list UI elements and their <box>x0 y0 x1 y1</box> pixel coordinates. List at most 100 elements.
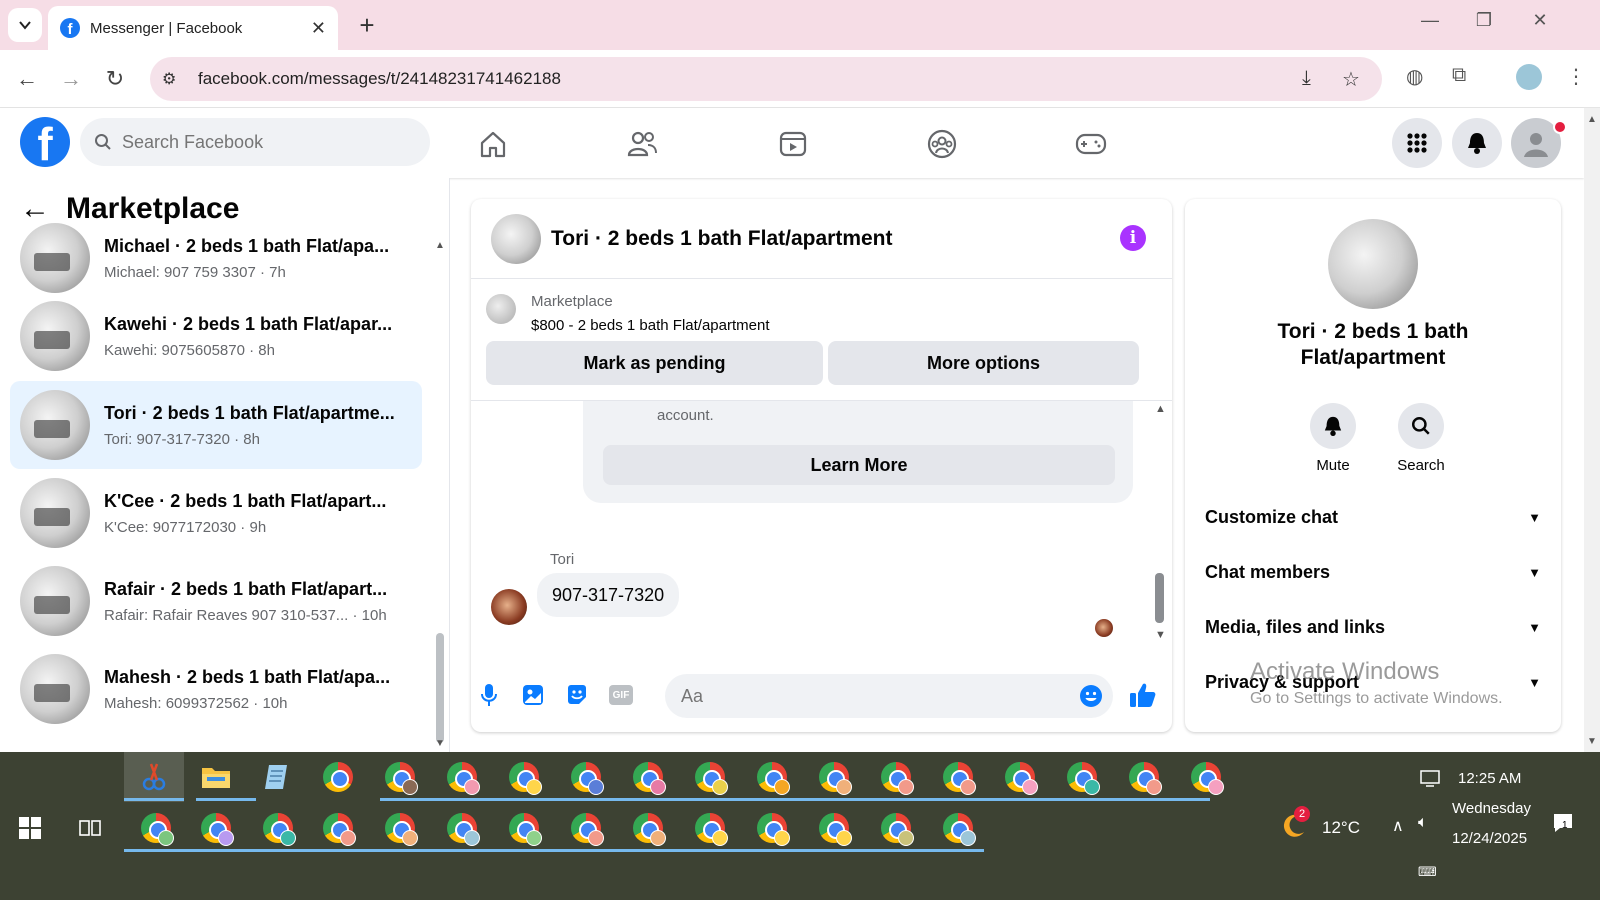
facebook-search-input[interactable] <box>122 131 402 153</box>
notifications-bell-icon[interactable] <box>1452 118 1502 168</box>
chrome-profile-icon[interactable] <box>196 808 236 848</box>
chrome-profile-icon[interactable] <box>1000 757 1040 797</box>
chrome-profile-icon[interactable] <box>442 808 482 848</box>
more-options-button[interactable]: More options <box>828 341 1139 385</box>
chrome-icon[interactable] <box>318 757 358 797</box>
emoji-icon[interactable] <box>1079 684 1103 713</box>
sender-avatar[interactable] <box>491 589 527 625</box>
volume-icon[interactable]: 🔈︎ <box>1418 814 1428 832</box>
chrome-profile-icon[interactable] <box>566 808 606 848</box>
clock-time[interactable]: 12:25 AM <box>1458 770 1521 787</box>
scroll-up-arrow-icon[interactable]: ▲ <box>435 240 445 251</box>
back-arrow-icon[interactable]: ← <box>10 62 44 96</box>
browser-tab[interactable]: f Messenger | Facebook ✕ <box>48 6 338 50</box>
chrome-profile-icon[interactable] <box>938 808 978 848</box>
chrome-profile-icon[interactable] <box>628 757 668 797</box>
customize-chat-row[interactable]: Customize chat ▼ <box>1205 497 1541 537</box>
facebook-logo-icon[interactable]: f <box>20 117 70 167</box>
notification-center-icon[interactable]: 1 <box>1552 812 1574 839</box>
forward-arrow-icon[interactable]: → <box>54 62 88 96</box>
conversation-item[interactable]: Michael · 2 beds 1 bath Flat/apa... Micha… <box>10 214 422 302</box>
bookmark-star-icon[interactable]: ☆ <box>1342 67 1360 92</box>
photo-attach-icon[interactable] <box>519 681 547 709</box>
scroll-down-arrow-icon[interactable]: ▼ <box>435 738 445 749</box>
chrome-profile-icon[interactable] <box>1124 757 1164 797</box>
minimize-icon[interactable]: — <box>1410 10 1450 31</box>
chrome-profile-icon[interactable] <box>1062 757 1102 797</box>
profile-avatar-icon[interactable] <box>1516 64 1542 90</box>
chrome-profile-icon[interactable] <box>380 757 420 797</box>
extensions-puzzle-icon[interactable]: ⧉ <box>1452 64 1466 87</box>
facebook-search-box[interactable] <box>80 118 430 166</box>
snipping-tool-icon[interactable] <box>134 757 174 797</box>
scroll-up-arrow-icon[interactable]: ▲ <box>1155 403 1166 415</box>
tab-close-icon[interactable]: ✕ <box>311 18 326 39</box>
chat-avatar[interactable] <box>491 213 541 264</box>
friends-icon[interactable] <box>620 122 664 166</box>
chrome-profile-icon[interactable] <box>1186 757 1226 797</box>
chrome-profile-icon[interactable] <box>814 808 854 848</box>
task-view-icon[interactable] <box>70 808 110 848</box>
chrome-profile-icon[interactable] <box>690 757 730 797</box>
media-files-links-row[interactable]: Media, files and links ▼ <box>1205 607 1541 647</box>
browser-menu-icon[interactable]: ⋮ <box>1566 64 1586 89</box>
conversation-item[interactable]: Rafair · 2 beds 1 bath Flat/apart... Rafa… <box>10 557 422 645</box>
message-input-box[interactable] <box>665 674 1113 718</box>
install-app-icon[interactable]: ⤓ <box>1302 67 1311 90</box>
reload-icon[interactable]: ↻ <box>98 62 132 96</box>
groups-icon[interactable] <box>920 122 964 166</box>
search-in-conversation-button[interactable]: Search <box>1381 403 1461 474</box>
address-bar[interactable]: ⚙ facebook.com/messages/t/24148231741462… <box>150 57 1382 101</box>
gaming-icon[interactable] <box>1069 122 1113 166</box>
windows-start-icon[interactable] <box>10 808 50 848</box>
chrome-profile-icon[interactable] <box>566 757 606 797</box>
chrome-profile-icon[interactable] <box>752 757 792 797</box>
video-reels-icon[interactable] <box>771 122 815 166</box>
tab-search-dropdown[interactable] <box>8 8 42 42</box>
conversation-item[interactable]: K'Cee · 2 beds 1 bath Flat/apart... K'Cee… <box>10 469 422 557</box>
display-icon[interactable] <box>1420 770 1440 793</box>
scroll-down-arrow-icon[interactable]: ▼ <box>1155 629 1166 641</box>
notepad-icon[interactable] <box>256 757 296 797</box>
site-settings-icon[interactable]: ⚙ <box>162 69 184 89</box>
clock-day[interactable]: Wednesday <box>1452 800 1531 817</box>
chrome-profile-icon[interactable] <box>504 808 544 848</box>
home-icon[interactable] <box>471 122 515 166</box>
scroll-up-arrow-icon[interactable]: ▲ <box>1587 114 1597 125</box>
file-explorer-icon[interactable] <box>196 757 236 797</box>
gif-icon[interactable]: GIF <box>607 681 635 709</box>
chrome-profile-icon[interactable] <box>938 757 978 797</box>
chrome-profile-icon[interactable] <box>504 757 544 797</box>
conversation-item[interactable]: Mahesh · 2 beds 1 bath Flat/apa... Mahesh… <box>10 645 422 733</box>
globe-icon[interactable]: ◍ <box>1406 64 1423 89</box>
mark-as-pending-button[interactable]: Mark as pending <box>486 341 823 385</box>
microphone-icon[interactable] <box>475 681 503 709</box>
page-scrollbar[interactable]: ▲ ▼ <box>1584 108 1600 752</box>
chrome-profile-icon[interactable] <box>876 808 916 848</box>
chrome-profile-icon[interactable] <box>258 808 298 848</box>
weather-widget[interactable]: 2 12°C <box>1278 806 1360 843</box>
clock-date[interactable]: 12/24/2025 <box>1452 830 1527 847</box>
chrome-profile-icon[interactable] <box>628 808 668 848</box>
chrome-profile-icon[interactable] <box>876 757 916 797</box>
message-bubble[interactable]: 907-317-7320 <box>537 573 680 617</box>
chat-scrollbar-thumb[interactable] <box>1155 573 1164 623</box>
thumbs-up-like-icon[interactable] <box>1129 681 1157 709</box>
chat-members-row[interactable]: Chat members ▼ <box>1205 552 1541 592</box>
sticker-icon[interactable] <box>563 681 591 709</box>
info-icon[interactable]: i <box>1120 225 1146 251</box>
chrome-profile-icon[interactable] <box>318 808 358 848</box>
mute-button[interactable]: Mute <box>1293 403 1373 474</box>
show-hidden-icons-chevron-icon[interactable]: ∧ <box>1392 816 1404 836</box>
chrome-profile-icon[interactable] <box>380 808 420 848</box>
conversation-item[interactable]: Kawehi · 2 beds 1 bath Flat/apar... Kaweh… <box>10 292 422 380</box>
message-input[interactable] <box>681 685 1061 707</box>
menu-grid-icon[interactable] <box>1392 118 1442 168</box>
listing-description[interactable]: $800 - 2 beds 1 bath Flat/apartment <box>531 317 769 334</box>
new-tab-button[interactable]: + <box>352 10 382 41</box>
scroll-down-arrow-icon[interactable]: ▼ <box>1587 736 1597 747</box>
learn-more-button[interactable]: Learn More <box>603 445 1115 485</box>
list-scrollbar-thumb[interactable] <box>436 633 444 743</box>
chrome-profile-icon[interactable] <box>814 757 854 797</box>
chrome-profile-icon[interactable] <box>690 808 730 848</box>
